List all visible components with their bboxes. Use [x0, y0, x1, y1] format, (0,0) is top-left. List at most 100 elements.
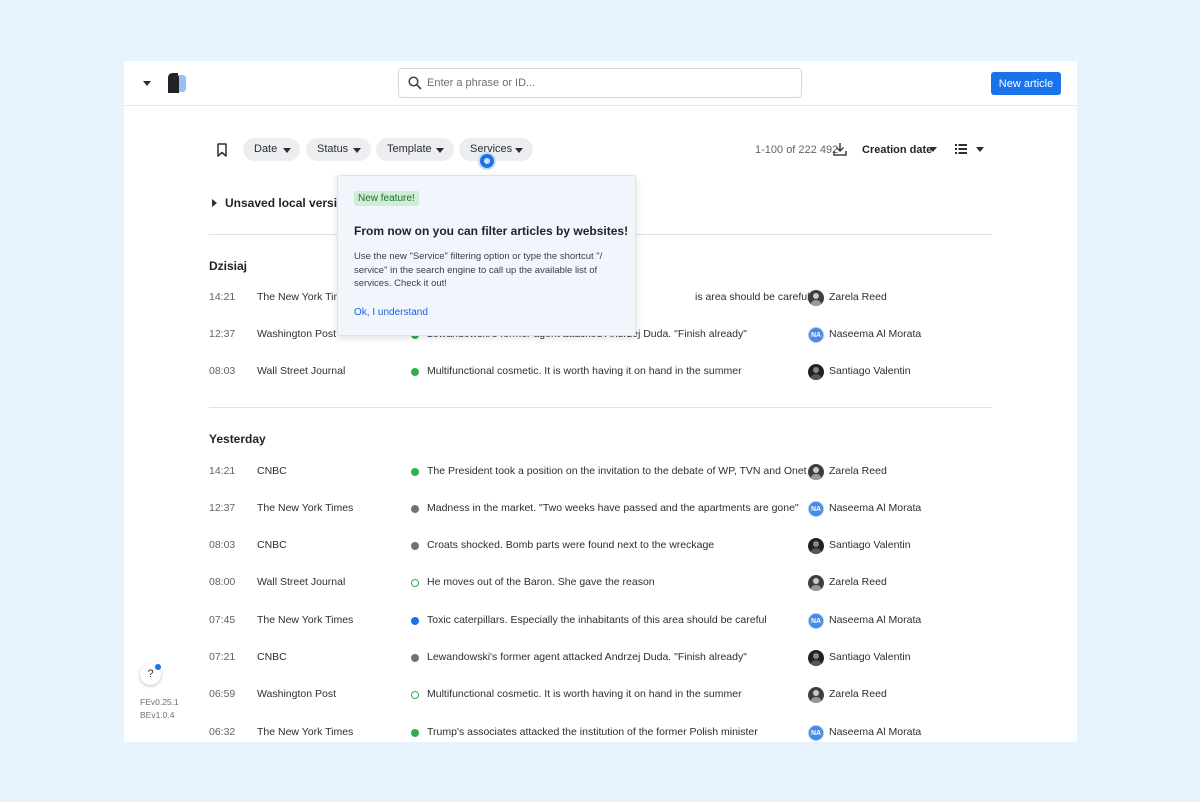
filter-status-label: Status: [317, 143, 349, 155]
view-chevron-down-icon[interactable]: [976, 147, 984, 152]
table-row[interactable]: 08:03 CNBC Croats shocked. Bomb parts we…: [209, 536, 992, 556]
app-window: New article Date Status Template Service…: [124, 61, 1077, 742]
expand-arrow-icon[interactable]: [212, 199, 217, 207]
row-source: Wall Street Journal: [257, 576, 346, 588]
frontend-version: FEv0.25.1: [140, 697, 179, 707]
row-time: 07:21: [209, 651, 236, 663]
row-source: The New York Times: [257, 614, 354, 626]
filter-date[interactable]: Date: [243, 138, 300, 161]
row-source: The New York Times: [257, 502, 354, 514]
row-source: CNBC: [257, 539, 287, 551]
download-icon[interactable]: [833, 142, 847, 156]
results-count: 1-100 of 222 492: [755, 144, 839, 156]
table-row[interactable]: 07:21 CNBC Lewandowski's former agent at…: [209, 648, 992, 668]
chevron-down-icon: [436, 148, 444, 153]
avatar: NA: [808, 613, 824, 629]
bookmark-icon[interactable]: [216, 143, 228, 157]
row-author: Naseema Al Morata: [829, 614, 922, 626]
row-author: Santiago Valentin: [829, 651, 911, 663]
row-time: 12:37: [209, 328, 236, 340]
search-box[interactable]: [398, 68, 802, 98]
sort-dropdown[interactable]: Creation date: [862, 144, 932, 156]
row-title[interactable]: Trump's associates attacked the institut…: [427, 726, 758, 738]
ok-understand-link[interactable]: Ok, I understand: [354, 307, 428, 318]
new-article-button[interactable]: New article: [991, 72, 1061, 95]
row-author: Naseema Al Morata: [829, 726, 922, 738]
status-dot: [411, 368, 419, 376]
row-source: CNBC: [257, 651, 287, 663]
row-time: 06:59: [209, 688, 236, 700]
row-source: Wall Street Journal: [257, 365, 346, 377]
search-input[interactable]: [427, 69, 787, 97]
row-title[interactable]: Croats shocked. Bomb parts were found ne…: [427, 539, 714, 551]
top-bar: New article: [124, 61, 1077, 106]
status-dot: [411, 691, 419, 699]
filter-template[interactable]: Template: [376, 138, 454, 161]
status-dot: [411, 617, 419, 625]
avatar: [808, 538, 824, 554]
row-title[interactable]: He moves out of the Baron. She gave the …: [427, 576, 655, 588]
sort-label: Creation date: [862, 144, 933, 156]
row-title[interactable]: The President took a position on the inv…: [427, 465, 807, 477]
group-title-today: Dzisiaj: [209, 259, 248, 273]
row-time: 08:03: [209, 539, 236, 551]
row-source: Washington Post: [257, 688, 336, 700]
row-title[interactable]: is area should be careful: [695, 291, 809, 303]
avatar: [808, 575, 824, 591]
row-title[interactable]: Madness in the market. "Two weeks have p…: [427, 502, 799, 514]
row-author: Zarela Reed: [829, 576, 887, 588]
table-row[interactable]: 06:32 The New York Times Trump's associa…: [209, 723, 992, 742]
list-view-icon[interactable]: [955, 144, 967, 154]
table-row[interactable]: 14:21 CNBC The President took a position…: [209, 462, 992, 482]
filter-services[interactable]: Services: [459, 138, 533, 161]
row-time: 14:21: [209, 465, 236, 477]
table-row[interactable]: 07:45 The New York Times Toxic caterpill…: [209, 611, 992, 631]
row-time: 12:37: [209, 502, 236, 514]
avatar: [808, 464, 824, 480]
new-feature-popover: New feature! From now on you can filter …: [337, 175, 636, 336]
popover-title: From now on you can filter articles by w…: [354, 224, 629, 238]
app-logo-icon: [168, 73, 186, 93]
status-dot: [411, 542, 419, 550]
status-dot: [411, 654, 419, 662]
table-row[interactable]: 06:59 Washington Post Multifunctional co…: [209, 685, 992, 705]
avatar: [808, 687, 824, 703]
chevron-down-icon: [353, 148, 361, 153]
filter-date-label: Date: [254, 143, 278, 155]
avatar: NA: [808, 501, 824, 517]
filter-status[interactable]: Status: [306, 138, 371, 161]
table-row[interactable]: 08:00 Wall Street Journal He moves out o…: [209, 573, 992, 593]
row-author: Santiago Valentin: [829, 539, 911, 551]
row-title[interactable]: Multifunctional cosmetic. It is worth ha…: [427, 688, 742, 700]
row-time: 08:00: [209, 576, 236, 588]
status-dot: [411, 505, 419, 513]
row-author: Zarela Reed: [829, 465, 887, 477]
menu-chevron-down-icon[interactable]: [143, 81, 151, 86]
search-icon: [408, 76, 422, 90]
chevron-down-icon: [283, 148, 291, 153]
row-time: 06:32: [209, 726, 236, 738]
new-feature-badge: New feature!: [354, 191, 419, 206]
row-title[interactable]: Multifunctional cosmetic. It is worth ha…: [427, 365, 742, 377]
sort-chevron-down-icon[interactable]: [929, 147, 937, 152]
row-author: Naseema Al Morata: [829, 328, 922, 340]
row-title[interactable]: Lewandowski's former agent attacked Andr…: [427, 651, 747, 663]
divider: [209, 407, 992, 408]
feature-hotspot[interactable]: [480, 154, 494, 168]
avatar: NA: [808, 327, 824, 343]
table-row[interactable]: 08:03 Wall Street Journal Multifunctiona…: [209, 362, 992, 382]
unsaved-local-version[interactable]: Unsaved local version: [225, 196, 352, 210]
status-dot: [411, 468, 419, 476]
row-time: 07:45: [209, 614, 236, 626]
row-title[interactable]: Toxic caterpillars. Especially the inhab…: [427, 614, 767, 626]
row-time: 08:03: [209, 365, 236, 377]
row-source: CNBC: [257, 465, 287, 477]
status-dot: [411, 729, 419, 737]
popover-body: Use the new "Service" filtering option o…: [354, 251, 603, 289]
row-source: Washington Post: [257, 328, 336, 340]
avatar: [808, 364, 824, 380]
row-author: Zarela Reed: [829, 291, 887, 303]
table-row[interactable]: 12:37 The New York Times Madness in the …: [209, 499, 992, 519]
avatar: [808, 650, 824, 666]
row-time: 14:21: [209, 291, 236, 303]
